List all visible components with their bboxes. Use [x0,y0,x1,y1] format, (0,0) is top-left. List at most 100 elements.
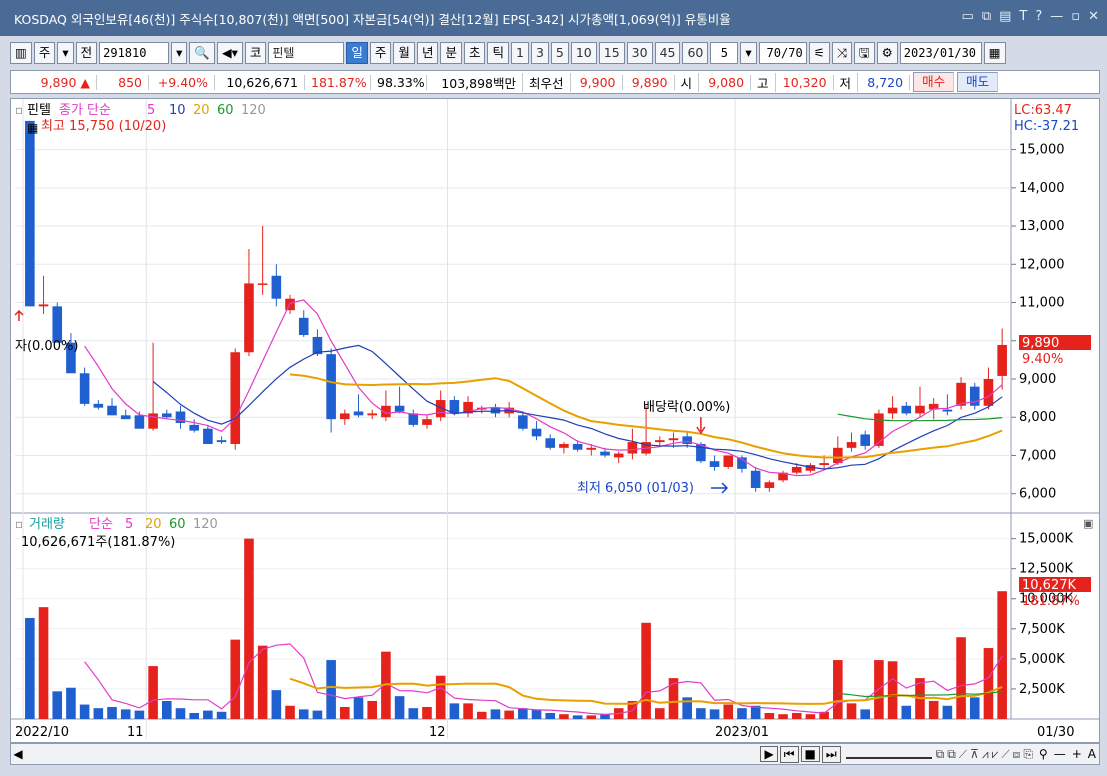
tab-tick[interactable]: 틱 [487,41,509,64]
candle-body [230,352,241,444]
tab-month[interactable]: 월 [393,41,415,64]
volume-bar [709,709,720,719]
volume-bar [901,705,912,719]
panel-menu-icon[interactable]: ▣ [1083,517,1093,530]
interval-60[interactable]: 60 [682,41,709,64]
volume-value: 10,626,671 [215,74,305,90]
sell-button[interactable]: 매도 [957,72,999,92]
volume-bar [641,622,651,719]
volume-tick-label: 12,500K [1019,562,1073,577]
help-icon[interactable]: ? [1035,9,1042,24]
x-label-nov: 11 [127,725,144,740]
indicator-icon[interactable]: ⤨ [831,41,852,64]
candle-body [791,466,802,473]
tab-day[interactable]: 일 [346,41,368,64]
restore-icon[interactable]: ▭ [962,9,974,24]
tab-year[interactable]: 년 [416,41,439,64]
interval-1[interactable]: 1 [511,41,529,64]
chart-area[interactable]: 15,00014,00013,00012,00011,00010,0009,00… [10,98,1100,743]
ma-period-10: 10 [169,103,186,118]
volume-bar [997,591,1007,719]
gear-icon[interactable]: ⚙ [876,41,898,64]
close-icon[interactable]: ✕ [1088,9,1099,24]
candle-body [189,424,199,431]
chart-scroll-row: ◀ ▶ ⏮ ■ ⏭ ⧉⧉⟋⊼⩘⩗⟋⧈⎘ ⚲ — + A [10,743,1100,765]
interval-dropdown-icon[interactable]: ▾ [740,41,757,64]
volume-tick-label: 15,000K [1019,532,1073,547]
price-change: 850 [97,74,149,90]
font-a-icon[interactable]: A [1088,747,1096,761]
volume-bar [545,712,556,719]
interval-input[interactable]: 5 [710,41,739,64]
volume-panel-label: 거래량 [29,517,65,532]
interval-15[interactable]: 15 [598,41,625,64]
chart-tools-icon[interactable]: ⚟ [808,41,830,64]
speaker-icon[interactable]: ◀▾ [216,41,243,64]
low-annotation: 최저 6,050 (01/03) [577,481,694,496]
count-input[interactable]: 70/70 [758,41,807,64]
volume-bar [463,703,473,719]
volume-ratio: 181.87% [305,74,371,90]
market-prefix[interactable]: 코 [244,41,267,64]
bid-price: 9,890 [623,74,675,90]
play-icon[interactable]: ▶ [760,746,778,762]
price-tick-label: 8,000 [1019,410,1056,425]
left-button-2[interactable]: 전 [75,41,98,64]
scroll-left-icon[interactable]: ◀ [11,747,25,761]
volume-bar [928,700,939,719]
calendar-icon[interactable]: ▦ [983,41,1006,64]
dropdown-arrow-icon[interactable]: ▾ [57,41,74,64]
price-panel-handle-icon[interactable]: ▫ [15,103,23,117]
candle-body [586,447,597,450]
date-input[interactable]: 2023/01/30 [899,41,982,64]
stock-chart[interactable]: 15,00014,00013,00012,00011,00010,0009,00… [11,99,1099,742]
left-button-1[interactable]: 주 [33,41,56,64]
interval-30[interactable]: 30 [626,41,653,64]
candle-body [257,283,268,285]
stock-name-field[interactable]: 핀텔 [268,41,345,64]
interval-45[interactable]: 45 [654,41,681,64]
candle-body [353,411,364,416]
volume-tick-label: 2,500K [1019,682,1065,697]
volume-current: 10,626,671주(181.87%) [21,535,175,550]
volume-bar [490,709,501,719]
pin-icon[interactable]: ▤ [999,9,1011,24]
code-dropdown-icon[interactable]: ▾ [171,41,188,64]
candle-body [997,344,1007,376]
drawing-tools-icon[interactable]: ⧉⧉⟋⊼⩘⩗⟋⧈⎘ [936,747,1036,762]
price-tick-label: 15,000 [1019,143,1065,158]
copy-window-icon[interactable]: ⧉ [982,9,991,24]
interval-10[interactable]: 10 [570,41,597,64]
tab-second[interactable]: 초 [463,41,486,64]
maximize-icon[interactable]: ▫ [1071,9,1080,24]
zoom-slider[interactable] [845,749,932,759]
volume-bar [833,660,843,719]
current-pct-tag: 9.40% [1022,352,1063,367]
font-icon[interactable]: T [1019,9,1027,24]
volume-bar [559,714,569,719]
stop-icon[interactable]: ■ [800,746,820,762]
candle-body [654,440,665,443]
change-percent: +9.40% [149,74,215,90]
zoom-in-icon[interactable]: + [1072,747,1082,761]
volume-tick-label: 7,500K [1019,622,1065,637]
stock-code-input[interactable]: 291810 [99,41,170,64]
tab-minute[interactable]: 분 [440,41,462,64]
window-controls: ▭ ⧉ ▤ T ? — ▫ ✕ [962,9,1099,24]
save-icon[interactable]: 🖫 [853,41,875,64]
candle-body [956,382,966,406]
calendar-icon[interactable]: ▦ [27,121,38,135]
rewind-icon[interactable]: ⏮ [779,745,799,763]
tab-week[interactable]: 주 [369,41,392,64]
minimize-icon[interactable]: — [1050,9,1063,24]
candle-body [148,413,158,429]
buy-button[interactable]: 매수 [913,72,955,92]
interval-3[interactable]: 3 [530,41,549,64]
volume-panel-handle-icon[interactable]: ▫ [15,517,23,531]
interval-5[interactable]: 5 [550,41,569,64]
layout-icon[interactable]: ▥ [10,41,32,64]
search-icon[interactable]: 🔍 [189,41,215,64]
zoom-out-icon[interactable]: — [1054,747,1066,761]
forward-icon[interactable]: ⏭ [821,745,841,763]
zoom-search-icon[interactable]: ⚲ [1039,747,1048,761]
